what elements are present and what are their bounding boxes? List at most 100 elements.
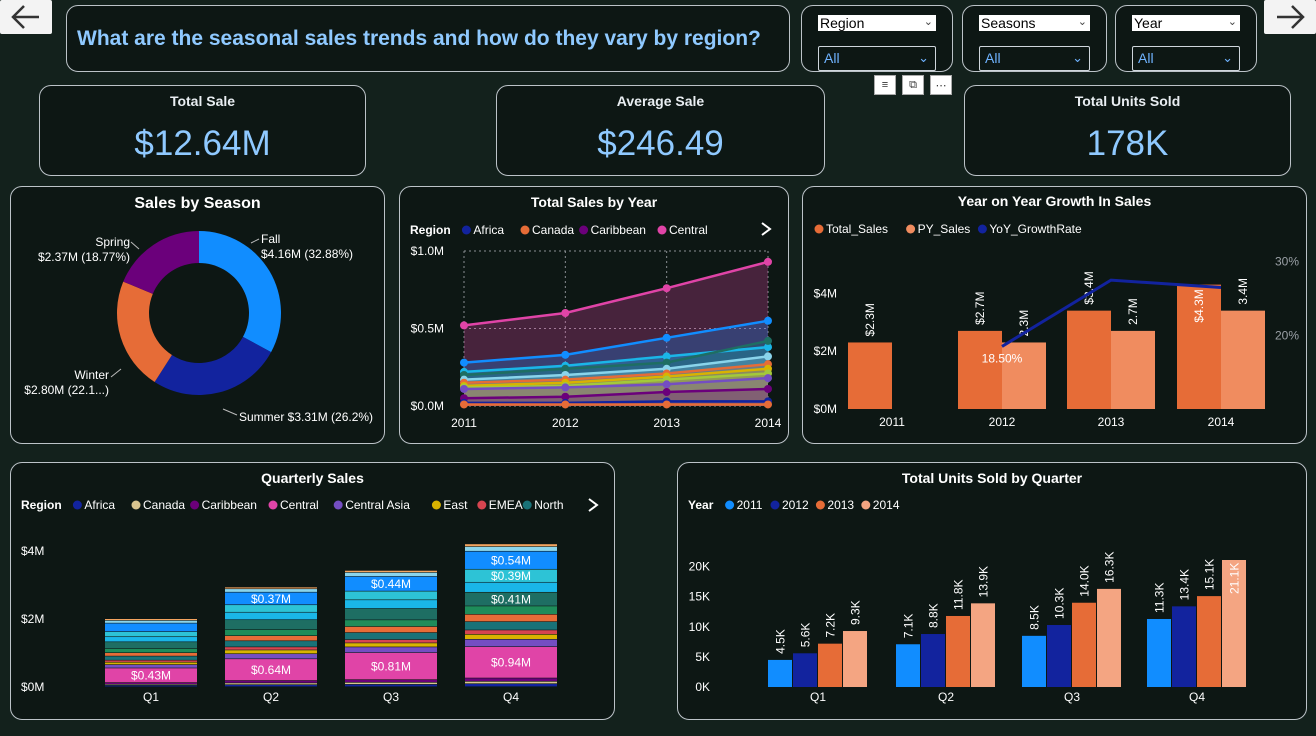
legend-marker (977, 224, 987, 234)
data-label-summer: Summer $3.31M (26.2%) (239, 410, 373, 424)
legend-item: Africa (84, 498, 115, 512)
focus-mode-icon[interactable]: ⧉ (902, 75, 924, 95)
legend-item: Central Asia (345, 498, 410, 512)
y-tick-label: 15K (689, 590, 710, 604)
forward-button[interactable] (1264, 0, 1316, 34)
bar (1221, 310, 1265, 409)
seasons-slicer[interactable]: Seasons ⌄ All ⌄ (962, 5, 1107, 72)
kpi-label: Total Units Sold (1074, 93, 1181, 109)
bar-segment (345, 626, 437, 633)
bar-segment (465, 683, 557, 687)
bar-segment (225, 684, 317, 687)
data-label: 16.3K (1103, 552, 1117, 583)
legend-marker (333, 500, 343, 510)
slicer-label: Year (1134, 15, 1163, 31)
legend-marker (190, 500, 200, 510)
bar (1022, 635, 1046, 687)
leader-line (222, 408, 238, 416)
data-label-spring: $2.37M (18.77%) (38, 250, 130, 264)
x-tick-label: 2012 (552, 416, 579, 430)
more-options-icon[interactable]: ⋯ (930, 75, 952, 95)
x-tick-label: Q3 (383, 690, 399, 704)
bar-segment (105, 620, 197, 623)
legend-item: Africa (473, 223, 504, 237)
slicer-header: Region ⌄ (818, 15, 936, 31)
bar-segment (225, 647, 317, 650)
data-label-winter: $2.80M (22.1...) (24, 383, 109, 397)
y-tick-label: 10K (689, 620, 710, 634)
bar (818, 643, 842, 687)
play-axis-icon (588, 498, 599, 512)
bar-segment (465, 639, 557, 647)
y-tick-label: $4M (21, 544, 44, 558)
back-button[interactable] (0, 0, 52, 34)
region-dropdown[interactable]: All ⌄ (818, 46, 936, 71)
x-tick-label: 2014 (1208, 415, 1235, 429)
data-point (662, 333, 671, 342)
data-label-spring: Spring (95, 235, 130, 249)
legend-item: 2014 (873, 498, 900, 512)
bar-segment (225, 612, 317, 620)
bar-segment (225, 636, 317, 641)
quarterly-sales-card: Quarterly Sales Region Africa Canada Caribb… (10, 462, 615, 720)
bar (1067, 310, 1111, 409)
data-point (764, 336, 772, 345)
bar-segment (105, 662, 197, 665)
seasons-dropdown[interactable]: All ⌄ (979, 46, 1090, 71)
bar-segment (105, 648, 197, 653)
filter-icon[interactable]: ≡ (874, 75, 896, 95)
data-label-winter: Winter (74, 368, 109, 382)
kpi-total-sale: Total Sale $12.64M (39, 85, 366, 176)
y-tick-label: $0.0M (411, 399, 444, 413)
bar (1047, 625, 1071, 687)
bar (958, 330, 1002, 409)
y-tick-label: $2M (814, 344, 837, 358)
y-tick-label: 5K (695, 650, 710, 664)
region-slicer[interactable]: Region ⌄ All ⌄ (801, 5, 953, 72)
data-label: 9.3K (849, 600, 863, 625)
chevron-down-icon[interactable]: ⌄ (1228, 14, 1237, 30)
yoy-growth-card: Year on Year Growth In Sales Total_Sales… (802, 186, 1307, 444)
legend-item: 2013 (827, 498, 854, 512)
y-tick-label: $0M (21, 680, 44, 694)
legend-item: Central (280, 498, 319, 512)
chevron-down-icon[interactable]: ⌄ (1078, 14, 1087, 30)
bar-segment (465, 678, 557, 682)
kpi-value: $246.49 (597, 124, 724, 163)
data-point (662, 400, 671, 409)
units-by-quarter-chart: Year 2011 2012 2013 2014 0K 5K 10K 15K 20K Q1 4.5K 5… (688, 498, 1246, 704)
bar-segment (225, 654, 317, 659)
bar-segment (345, 684, 437, 687)
bar-segment (105, 637, 197, 642)
quarterly-sales-chart: Region Africa Canada Caribbean Central Centra… (21, 498, 599, 704)
bar-segment (105, 631, 197, 637)
legend-item: Central (669, 223, 708, 237)
data-label: $2.7M (973, 292, 987, 325)
data-point (561, 400, 570, 409)
chevron-down-icon[interactable]: ⌄ (924, 14, 933, 30)
data-label: 11.3K (1153, 583, 1167, 613)
data-point (764, 400, 772, 409)
year-slicer[interactable]: Year ⌄ All ⌄ (1115, 5, 1257, 72)
bar-segment (345, 647, 437, 653)
bar (1197, 596, 1221, 687)
data-label: $2.3M (863, 303, 877, 336)
bar-segment (105, 642, 197, 649)
x-tick-label: Q4 (1189, 690, 1205, 704)
y-tick-label: $4M (814, 286, 837, 300)
bar-segment (225, 683, 317, 685)
legend-item: Canada (143, 498, 185, 512)
legend-item: PY_Sales (918, 222, 971, 236)
x-tick-label: 2013 (1098, 415, 1125, 429)
donut-slice (123, 231, 199, 294)
data-label: 21.1K (1228, 563, 1242, 594)
data-label: 10.3K (1053, 588, 1067, 619)
bar-segment (465, 621, 557, 630)
bar-segment (105, 619, 197, 621)
year-dropdown[interactable]: All ⌄ (1132, 46, 1240, 71)
data-point (662, 380, 671, 389)
slicer-value: All (824, 50, 840, 66)
chevron-down-icon: ⌄ (1222, 50, 1233, 65)
bar-segment (345, 639, 437, 643)
bar (921, 634, 945, 687)
